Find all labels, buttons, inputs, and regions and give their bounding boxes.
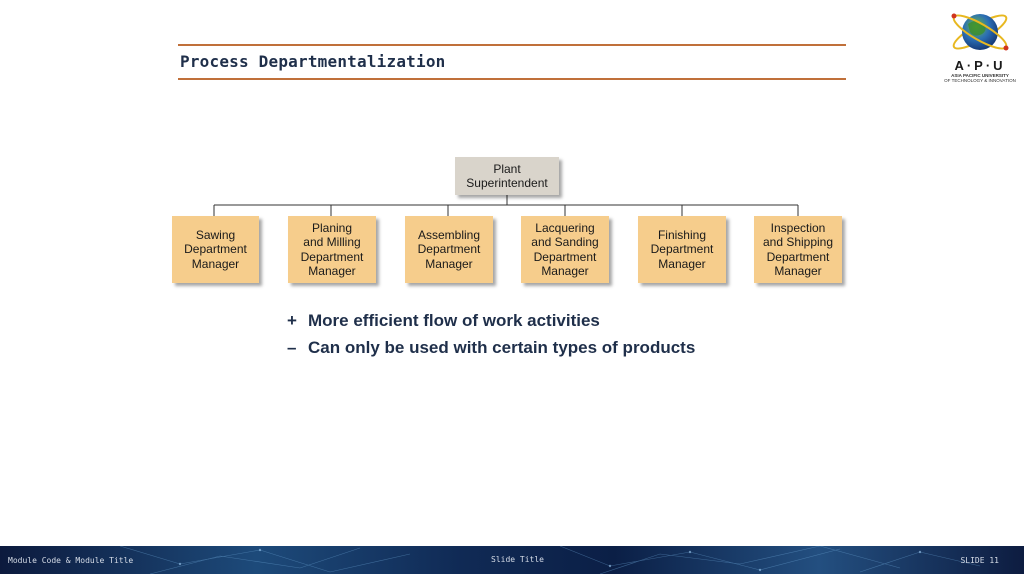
footer-module-title: Module Code & Module Title	[8, 556, 134, 565]
org-chart: Plant Superintendent Sawing Department M…	[0, 0, 1024, 574]
org-box-lacquering-sanding: Lacquering and Sanding Department Manage…	[521, 216, 609, 283]
org-chart-connectors	[213, 195, 799, 216]
footer-slide-number: SLIDE 11	[960, 556, 999, 565]
bullet-advantage: + More efficient flow of work activities	[287, 307, 695, 334]
org-root-plant-superintendent: Plant Superintendent	[455, 157, 559, 195]
bullet-text: Can only be used with certain types of p…	[308, 337, 696, 357]
org-box-sawing: Sawing Department Manager	[172, 216, 259, 283]
org-box-planing-milling: Planing and Milling Department Manager	[288, 216, 376, 283]
footer-slide-title: Slide Title	[491, 555, 544, 564]
bullet-text: More efficient flow of work activities	[308, 310, 600, 330]
bullet-disadvantage: – Can only be used with certain types of…	[287, 334, 695, 361]
org-box-inspection-shipping: Inspection and Shipping Department Manag…	[754, 216, 842, 283]
footer-bar: Module Code & Module Title Slide Title S…	[0, 546, 1024, 574]
minus-icon: –	[287, 337, 297, 357]
bullet-list: + More efficient flow of work activities…	[287, 307, 695, 361]
org-box-assembling: Assembling Department Manager	[405, 216, 493, 283]
plus-icon: +	[287, 310, 297, 330]
org-box-finishing: Finishing Department Manager	[638, 216, 726, 283]
